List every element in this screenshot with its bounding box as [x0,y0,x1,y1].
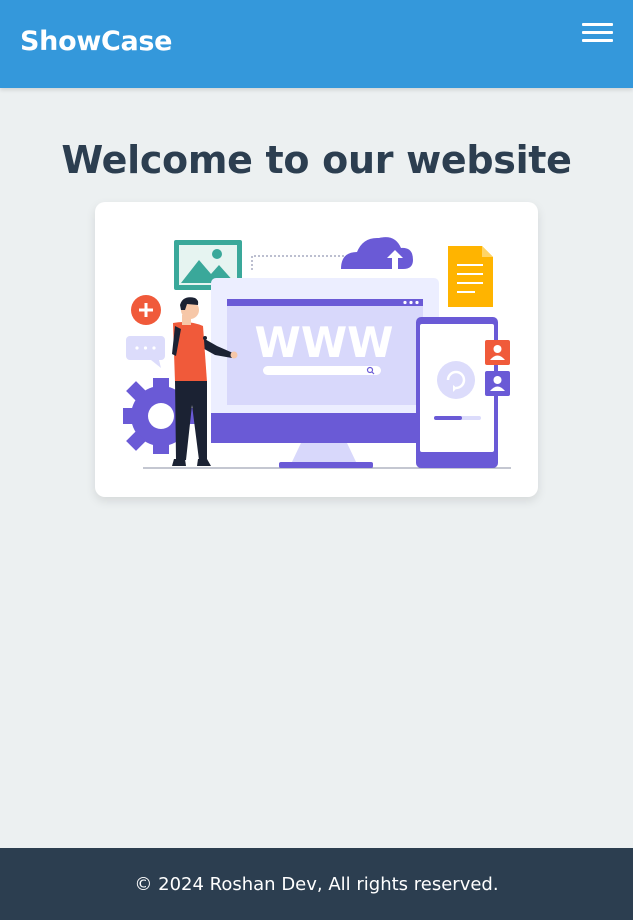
phone-illustration [416,317,510,468]
website-illustration: WWW [123,237,511,469]
hamburger-menu-icon[interactable] [580,22,614,46]
hamburger-line [582,39,613,42]
dotted-connector [251,255,345,270]
user-icon [485,340,510,365]
chat-icon [126,336,165,368]
footer: © 2024 Roshan Dev, All rights reserved. [0,848,633,920]
footer-copyright: © 2024 Roshan Dev, All rights reserved. [134,874,499,895]
navbar: ShowCase [0,0,633,88]
screen-www-text: WWW [255,318,394,367]
hamburger-line [582,23,613,26]
hamburger-line [582,31,613,34]
monitor-illustration: WWW [211,278,439,468]
cloud-upload-icon [341,237,413,269]
hero-image-card: WWW [95,202,538,497]
plus-icon [131,295,161,325]
user-icon [485,371,510,396]
hero-title: Welcome to our website [61,138,572,182]
brand-logo[interactable]: ShowCase [20,26,172,57]
document-icon [448,246,493,307]
